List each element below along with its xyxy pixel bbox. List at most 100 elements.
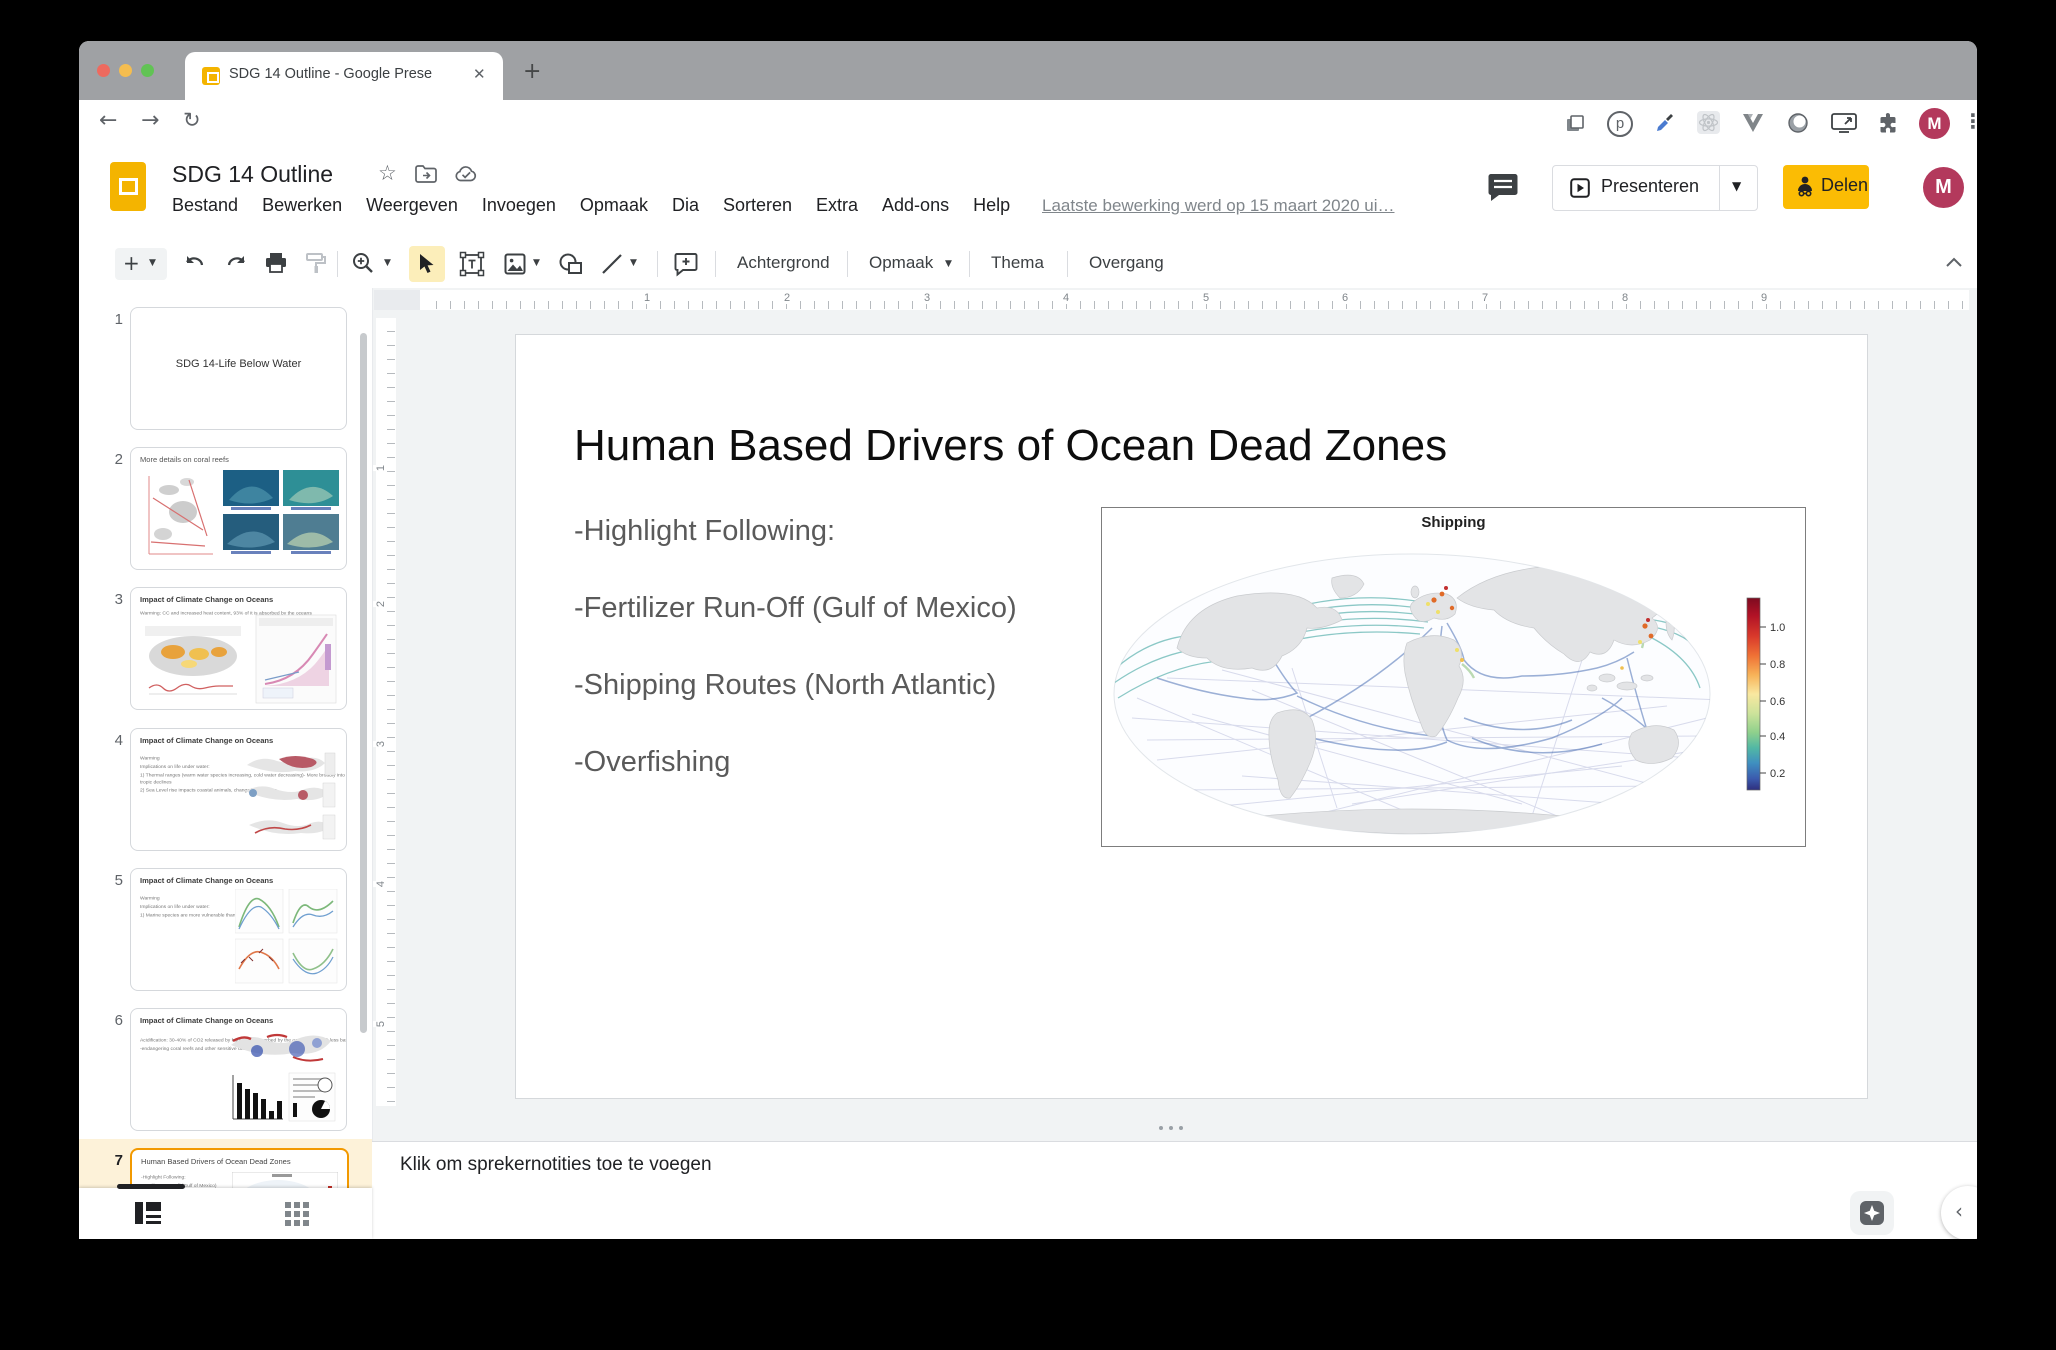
star-document-icon[interactable]: ☆ [378,161,397,185]
browser-profile-avatar[interactable]: M [1919,108,1950,139]
comment-history-icon[interactable] [1487,172,1519,202]
menu-dia[interactable]: Dia [672,195,699,215]
menu-addons[interactable]: Add-ons [882,195,949,215]
tab-groups-icon[interactable] [1563,112,1587,136]
browser-menu-icon[interactable]: ⋮ [1963,109,1977,133]
reload-icon[interactable]: ↻ [183,108,201,132]
slide-thumbnail-6[interactable]: Impact of Climate Change on Oceans Acidi… [130,1008,347,1131]
paint-format-icon[interactable] [304,251,328,275]
menu-sorteren[interactable]: Sorteren [723,195,792,215]
notes-resize-handle[interactable] [1159,1117,1183,1135]
slides-logo[interactable] [110,162,146,211]
plus-icon: + [123,251,140,275]
menu-invoegen[interactable]: Invoegen [482,195,556,215]
horizontal-ruler[interactable]: 123456789 [420,290,1969,310]
tab-close-icon[interactable]: ✕ [473,65,486,83]
collapse-toolbar-icon[interactable] [1945,256,1963,268]
menu-weergeven[interactable]: Weergeven [366,195,458,215]
document-title[interactable]: SDG 14 Outline [172,161,333,188]
print-icon[interactable] [264,251,288,275]
shipping-figure[interactable]: Shipping [1101,507,1806,847]
transition-button[interactable]: Overgang [1089,253,1164,273]
menu-bewerken[interactable]: Bewerken [262,195,342,215]
thumb-map [143,624,243,704]
screen-cast-icon[interactable] [1831,113,1857,133]
insert-shape-icon[interactable] [558,252,584,276]
extensions-puzzle-icon[interactable] [1876,111,1900,135]
grid-view-icon[interactable] [285,1202,309,1226]
image-dropdown-icon[interactable]: ▼ [533,258,540,268]
menu-help[interactable]: Help [973,195,1010,215]
filmstrip-h-scrollbar[interactable] [117,1184,185,1189]
v-ruler-number: 5 [373,1021,389,1027]
speaker-notes-panel[interactable]: Klik om sprekernotities toe te voegen [372,1141,1977,1239]
theme-button[interactable]: Thema [991,253,1044,273]
undo-icon[interactable] [183,253,207,273]
last-edit-link[interactable]: Laatste bewerking werd op 15 maart 2020 … [1042,196,1394,216]
slide-thumbnail-3[interactable]: Impact of Climate Change on Oceans Warmi… [130,587,347,710]
screenshot-stage: SDG 14 Outline - Google Prese ✕ + ← → ↻ … [0,0,2056,1350]
extension-p-icon[interactable]: p [1607,111,1633,137]
slide-canvas[interactable]: Human Based Drivers of Ocean Dead Zones … [515,334,1868,1099]
select-tool-button[interactable] [409,246,445,282]
extension-o-icon[interactable] [1786,111,1810,135]
thumb-title: SDG 14-Life Below Water [131,358,346,370]
slide-thumbnail-2[interactable]: More details on coral reefs [130,447,347,570]
speaker-notes-placeholder[interactable]: Klik om sprekernotities toe te voegen [400,1154,712,1176]
slide-title[interactable]: Human Based Drivers of Ocean Dead Zones [574,421,1447,471]
layout-dropdown-icon[interactable]: ▼ [945,259,952,269]
line-dropdown-icon[interactable]: ▼ [630,258,637,268]
close-window-button[interactable] [97,64,110,77]
svg-text:0.8: 0.8 [1770,659,1785,671]
filmstrip-scrollbar[interactable] [360,333,367,1033]
vue-devtools-icon[interactable] [1741,112,1765,134]
insert-line-icon[interactable] [600,252,624,276]
text-box-icon[interactable] [459,251,485,277]
present-dropdown-button[interactable]: ▼ [1719,165,1758,211]
filmstrip-view-icon[interactable] [135,1202,161,1224]
slide-thumbnail-5[interactable]: Impact of Climate Change on Oceans Warmi… [130,868,347,991]
chevron-left-icon: ‹ [1955,1199,1963,1223]
explore-button[interactable] [1850,1191,1894,1235]
insert-comment-icon[interactable] [673,251,699,277]
share-button[interactable]: Delen [1783,165,1869,209]
back-icon[interactable]: ← [99,108,117,133]
forward-icon[interactable]: → [141,108,159,133]
slide-bullet[interactable]: -Shipping Routes (North Atlantic) [574,669,996,702]
slide-thumbnail-1[interactable]: SDG 14-Life Below Water [130,307,347,430]
insert-image-icon[interactable] [503,252,527,276]
thumb-charts [235,889,339,985]
svg-text:0.6: 0.6 [1770,696,1785,708]
divider [969,251,970,277]
zoom-dropdown-icon[interactable]: ▼ [384,258,391,268]
chevron-down-icon: ▼ [149,258,156,268]
layout-button[interactable]: Opmaak [869,253,933,273]
redo-icon[interactable] [224,253,248,273]
menu-opmaak[interactable]: Opmaak [580,195,648,215]
new-tab-button[interactable]: + [523,59,541,84]
move-to-folder-icon[interactable] [415,165,437,183]
slide-number: 3 [103,591,123,608]
chevron-down-icon: ▼ [1732,179,1741,193]
slide-bullet[interactable]: -Fertilizer Run-Off (Gulf of Mexico) [574,592,1017,625]
thumb-maps [239,751,339,845]
background-button[interactable]: Achtergrond [737,253,830,273]
slide-thumbnail-4[interactable]: Impact of Climate Change on Oceans Warmi… [130,728,347,851]
h-ruler-number: 7 [1480,292,1490,304]
slide-thumbnail-7-selected[interactable]: Human Based Drivers of Ocean Dead Zones … [130,1148,349,1188]
slide-bullet[interactable]: -Highlight Following: [574,515,835,548]
react-devtools-icon[interactable] [1697,111,1720,134]
vertical-ruler[interactable]: 12345 [376,318,396,1106]
minimize-window-button[interactable] [119,64,132,77]
slide-bullet[interactable]: -Overfishing [574,746,730,779]
account-avatar[interactable]: M [1923,167,1964,208]
new-slide-button[interactable]: + ▼ [115,248,167,280]
browser-tab[interactable]: SDG 14 Outline - Google Prese ✕ [185,52,503,100]
eyedropper-icon[interactable] [1652,111,1676,135]
zoom-icon[interactable] [351,251,375,275]
present-button[interactable]: Presenteren [1552,165,1722,211]
menu-bestand[interactable]: Bestand [172,195,238,215]
cloud-saved-icon[interactable] [454,164,478,184]
zoom-window-button[interactable] [141,64,154,77]
menu-extra[interactable]: Extra [816,195,858,215]
